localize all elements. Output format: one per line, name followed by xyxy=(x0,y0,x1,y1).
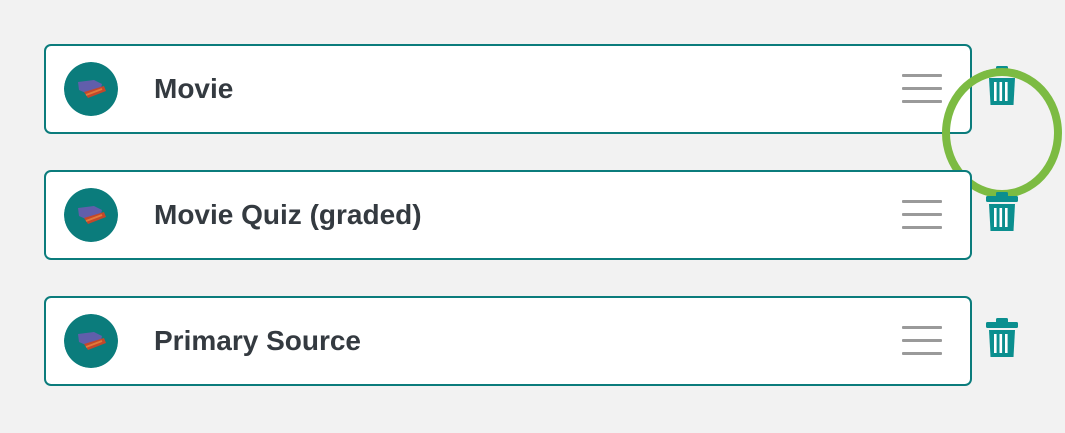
drag-handle-line xyxy=(902,213,942,216)
drag-handle-line xyxy=(902,87,942,90)
movie-icon xyxy=(64,62,118,116)
drag-handle-line xyxy=(902,100,942,103)
drag-handle-icon[interactable] xyxy=(902,70,942,108)
drag-handle-line xyxy=(902,74,942,77)
list-item: Primary Source xyxy=(0,296,1065,386)
movie-icon xyxy=(64,188,118,242)
drag-handle-line xyxy=(902,226,942,229)
item-title: Primary Source xyxy=(154,325,361,356)
list-item: Movie Quiz (graded) xyxy=(0,170,1065,260)
item-title: Movie xyxy=(154,73,234,104)
trash-icon xyxy=(986,66,1018,105)
drag-handle-line xyxy=(902,326,942,329)
drag-handle-icon[interactable] xyxy=(902,196,942,234)
drag-handle-line xyxy=(902,352,942,355)
content-item-card[interactable]: Movie xyxy=(44,44,972,134)
delete-button[interactable] xyxy=(984,192,1020,232)
delete-button[interactable] xyxy=(984,66,1020,106)
drag-handle-line xyxy=(902,339,942,342)
trash-icon xyxy=(986,192,1018,231)
delete-button[interactable] xyxy=(984,318,1020,358)
content-item-card[interactable]: Movie Quiz (graded) xyxy=(44,170,972,260)
drag-handle-icon[interactable] xyxy=(902,322,942,360)
content-item-list: Movie Movie Quiz (graded) Primary Source xyxy=(0,0,1065,433)
drag-handle-line xyxy=(902,200,942,203)
trash-icon xyxy=(986,318,1018,357)
item-title: Movie Quiz (graded) xyxy=(154,199,422,230)
list-item: Movie xyxy=(0,44,1065,198)
movie-icon xyxy=(64,314,118,368)
content-item-card[interactable]: Primary Source xyxy=(44,296,972,386)
